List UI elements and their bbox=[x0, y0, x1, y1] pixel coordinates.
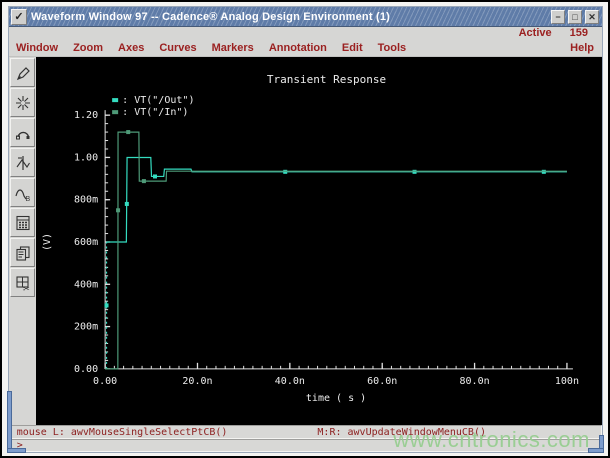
svg-text:B: B bbox=[25, 196, 30, 202]
menu-help[interactable]: Help bbox=[570, 42, 594, 54]
status-bar: mouse L: awvMouseSingleSelectPtCB() M: R… bbox=[9, 425, 602, 452]
x-tick-label: 100n bbox=[555, 376, 579, 387]
menu-axes[interactable]: Axes bbox=[118, 42, 144, 54]
tool-palette: B ✂ bbox=[9, 57, 36, 425]
menu-window[interactable]: Window bbox=[16, 42, 58, 54]
legend-entry[interactable]: : VT("/Out") bbox=[122, 95, 194, 106]
y-tick-label: 1.20 bbox=[74, 110, 98, 121]
data-point-marker[interactable] bbox=[124, 201, 129, 206]
calculator-icon[interactable] bbox=[10, 208, 35, 237]
x-tick-label: 0.00 bbox=[93, 376, 117, 387]
y-tick-label: 0.00 bbox=[74, 364, 98, 375]
maximize-button[interactable]: □ bbox=[568, 9, 582, 24]
y-axis-label: (V) bbox=[42, 233, 53, 251]
arc-probe-icon[interactable] bbox=[10, 118, 35, 147]
mouse-middle-binding: M: bbox=[317, 426, 330, 438]
axes: 0.00 20.0n 40.0n 60.0n 80.0n 100n 0.00 200m 400m… bbox=[42, 110, 579, 404]
menu-curves[interactable]: Curves bbox=[159, 42, 196, 54]
mouse-bindings-row: mouse L: awvMouseSingleSelectPtCB() M: R… bbox=[10, 425, 602, 439]
resize-grip-bottom-left[interactable] bbox=[7, 391, 12, 453]
data-point-marker[interactable] bbox=[116, 208, 121, 213]
series-in[interactable] bbox=[105, 130, 567, 370]
legend-entry[interactable]: : VT("/In") bbox=[122, 107, 188, 118]
menu-markers[interactable]: Markers bbox=[212, 42, 254, 54]
mouse-left-binding: mouse L: awvMouseSingleSelectPtCB() bbox=[16, 426, 228, 438]
horizontal-marker-icon[interactable]: B bbox=[10, 178, 35, 207]
plot-area: 0.00 20.0n 40.0n 60.0n 80.0n 100n 0.00 200m 400m… bbox=[36, 57, 602, 425]
mouse-right-binding: R: awvUpdateWindowMenuCB() bbox=[329, 426, 486, 438]
x-tick-label: 20.0n bbox=[182, 376, 212, 387]
menu-annotation[interactable]: Annotation bbox=[269, 42, 327, 54]
data-point-marker[interactable] bbox=[126, 130, 131, 135]
data-point-marker[interactable] bbox=[283, 169, 288, 174]
y-tick-label: 600m bbox=[74, 237, 98, 248]
x-tick-label: 60.0n bbox=[367, 376, 397, 387]
data-point-marker[interactable] bbox=[141, 179, 146, 184]
vertical-marker-icon[interactable] bbox=[10, 148, 35, 177]
y-tick-label: 200m bbox=[74, 322, 98, 333]
svg-text:✂: ✂ bbox=[23, 284, 30, 292]
window-menu-button[interactable]: ✓ bbox=[11, 8, 27, 25]
menu-zoom[interactable]: Zoom bbox=[73, 42, 103, 54]
title-bar: ✓ Waveform Window 97 -- Cadence® Analog … bbox=[9, 7, 602, 27]
command-prompt-row[interactable]: > bbox=[10, 439, 602, 452]
cut-window-icon[interactable]: ✂ bbox=[10, 268, 35, 297]
menu-tools[interactable]: Tools bbox=[378, 42, 407, 54]
plot-title: Transient Response bbox=[267, 73, 386, 86]
x-tick-label: 40.0n bbox=[275, 376, 305, 387]
copy-window-icon[interactable] bbox=[10, 238, 35, 267]
data-point-marker[interactable] bbox=[104, 303, 109, 308]
window-title: Waveform Window 97 -- Cadence® Analog De… bbox=[31, 10, 391, 23]
close-button[interactable]: ✕ bbox=[585, 9, 599, 24]
active-value: 159 bbox=[569, 27, 588, 39]
legend: : VT("/Out"): VT("/In") bbox=[112, 95, 194, 118]
screen: ✓ Waveform Window 97 -- Cadence® Analog … bbox=[0, 0, 610, 458]
series-out[interactable] bbox=[104, 156, 567, 369]
y-tick-label: 1.00 bbox=[74, 152, 98, 163]
waveform-plot[interactable]: 0.00 20.0n 40.0n 60.0n 80.0n 100n 0.00 200m 400m… bbox=[36, 57, 602, 425]
x-tick-label: 80.0n bbox=[460, 376, 490, 387]
y-tick-label: 800m bbox=[74, 195, 98, 206]
minimize-button[interactable]: − bbox=[551, 9, 565, 24]
data-point-marker[interactable] bbox=[152, 174, 158, 179]
menu-bar: Window Zoom Axes Curves Markers Annotati… bbox=[9, 40, 602, 57]
resize-grip-bottom-right-h[interactable] bbox=[588, 448, 604, 453]
x-axis-label: time ( s ) bbox=[306, 393, 366, 404]
resize-grip-bottom-left-h[interactable] bbox=[7, 448, 26, 453]
active-status-bar: Active 159 bbox=[9, 27, 602, 40]
zoom-star-icon[interactable] bbox=[10, 88, 35, 117]
active-label: Active bbox=[518, 27, 552, 39]
y-tick-label: 400m bbox=[74, 279, 98, 290]
data-point-marker[interactable] bbox=[412, 169, 417, 174]
pen-icon[interactable] bbox=[10, 58, 35, 87]
data-point-marker[interactable] bbox=[541, 169, 546, 174]
waveform-window: ✓ Waveform Window 97 -- Cadence® Analog … bbox=[8, 6, 603, 453]
menu-edit[interactable]: Edit bbox=[342, 42, 363, 54]
